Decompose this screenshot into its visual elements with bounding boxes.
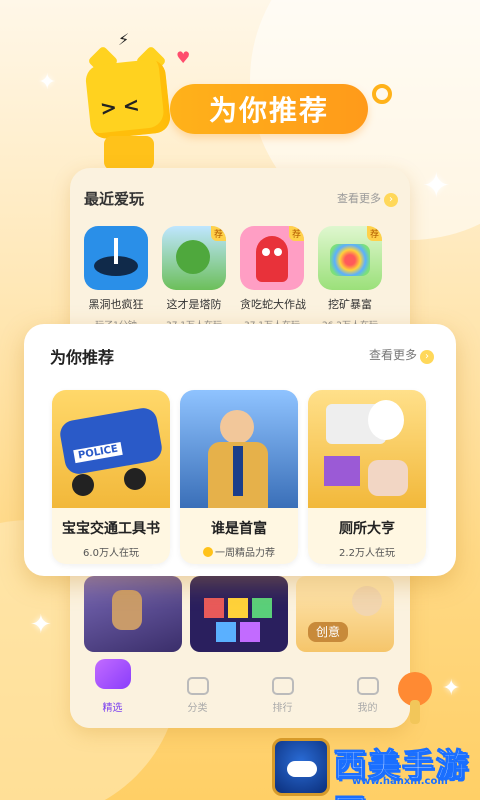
watermark-title: 西美手游网 [334,746,471,800]
more-games-row: 创意 [84,576,394,652]
recommend-header: 为你推荐 [50,348,115,367]
tab-profile[interactable]: 我的 [338,677,398,714]
recent-list: 黑洞也疯狂 玩了1分钟 荐 这才是塔防 37.1万人在玩 荐 贪吃蛇大作战 [84,226,382,331]
chevron-right-icon: › [384,193,398,207]
gamepad-logo-icon [272,738,330,796]
banner-title-pill: 为你推荐 [170,84,368,134]
sparkle-icon: ✦ [30,610,52,640]
recommend-tag: 荐 [366,226,382,241]
tile-badge: 创意 [308,622,348,642]
recommend-game-card[interactable]: POLICE 宝宝交通工具书 6.0万人在玩 [52,390,170,564]
game-icon: 荐 [240,226,304,290]
recommend-tag: 荐 [288,226,304,241]
recent-header: 最近爱玩 [84,190,145,208]
sparkle-icon: ✦ [38,70,57,95]
recommend-list: POLICE 宝宝交通工具书 6.0万人在玩 谁是首富 一周精品力荐 厕所大亨 … [52,390,426,564]
chevron-right-icon: › [420,350,434,364]
tab-ranking[interactable]: 排行 [253,677,313,714]
recommend-game-card[interactable]: 厕所大亨 2.2万人在玩 [308,390,426,564]
tab-featured[interactable]: 精选 [83,659,143,714]
mascot-face: >< [98,91,147,121]
sparkle-icon: ✦ [422,166,451,206]
decor-ring [372,84,392,104]
lightning-icon: ⚡ [118,30,130,49]
mascot-illustration: ⚡ >< [82,30,172,170]
banner-title: 为你推荐 [208,94,329,127]
recent-more-link[interactable]: 查看更多 › [337,190,398,207]
recommend-game-card[interactable]: 谁是首富 一周精品力荐 [180,390,298,564]
cat-face-icon [356,677,379,695]
game-icon: 荐 [318,226,382,290]
gamepad-icon [94,659,131,689]
game-art [308,390,426,508]
game-icon: 荐 [162,226,226,290]
recent-game-item[interactable]: 荐 挖矿暴富 26.2万人在玩 [318,226,382,331]
game-tile[interactable]: 创意 [296,576,394,652]
watermark-url: www.hanxm.com [352,776,448,787]
game-tile[interactable] [190,576,288,652]
game-icon [84,226,148,290]
app-screen: ⚡ >< ♥ ✦ ✦ ✦ ✦ 为你推荐 最近爱玩 查看更多› 黑洞也疯狂 玩了1… [0,0,480,800]
recent-game-item[interactable]: 荐 贪吃蛇大作战 37.1万人在玩 [240,226,306,331]
award-icon [203,547,213,557]
sparkle-icon: ✦ [442,676,461,701]
heart-icon: ♥ [176,48,191,67]
recommend-more-link[interactable]: 查看更多 › [369,346,434,364]
game-art [180,390,298,508]
decor-ball-stand [410,700,420,724]
folder-icon [186,677,209,695]
game-art: POLICE [52,390,170,508]
recommend-tag: 荐 [210,226,226,241]
recent-game-item[interactable]: 荐 这才是塔防 37.1万人在玩 [162,226,226,331]
trophy-icon [271,677,294,695]
tab-category[interactable]: 分类 [168,677,228,714]
recent-game-item[interactable]: 黑洞也疯狂 玩了1分钟 [84,226,148,331]
watermark: 西美手游网 www.hanxm.com [272,738,472,800]
game-tile[interactable] [84,576,182,652]
bottom-tab-bar: 精选 分类 排行 我的 [70,659,410,728]
recommend-card: 为你推荐 查看更多 › POLICE 宝宝交通工具书 6.0万人在玩 谁是首富 … [24,324,456,576]
